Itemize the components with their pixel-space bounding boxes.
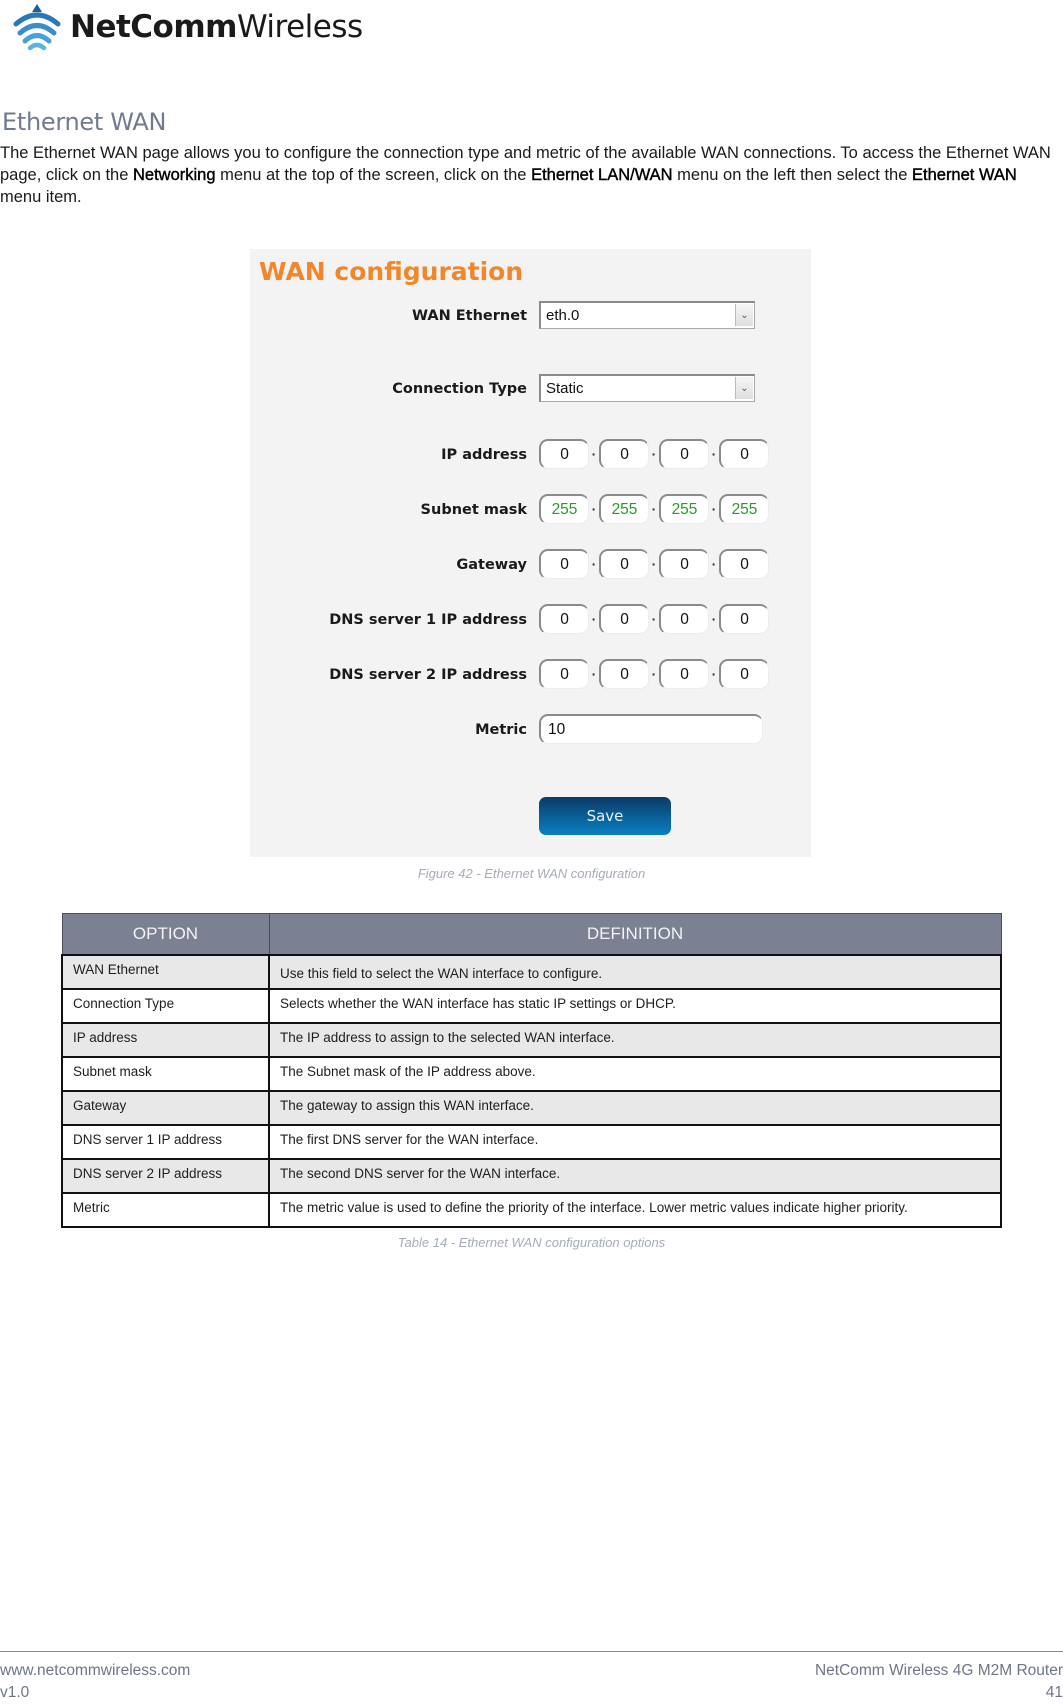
definition-cell: The metric value is used to define the p… xyxy=(268,1192,1002,1228)
dns-server-1-octet-4[interactable]: 0 xyxy=(719,604,769,634)
definition-cell: Use this field to select the WAN interfa… xyxy=(268,954,1002,990)
ip-address-octet-2[interactable]: 0 xyxy=(599,439,649,469)
connection-type-value: Static xyxy=(546,380,584,397)
subnet-mask-label: Subnet mask xyxy=(420,502,527,518)
subnet-mask-octet-3[interactable]: 255 xyxy=(659,494,709,524)
metric-row: Metric 10 xyxy=(250,713,811,747)
definition-cell: The second DNS server for the WAN interf… xyxy=(268,1158,1002,1194)
dns-server-2-octet-3[interactable]: 0 xyxy=(659,659,709,689)
figure-caption: Figure 42 - Ethernet WAN configuration xyxy=(417,866,646,881)
subnet-mask-octet-1[interactable]: 255 xyxy=(539,494,589,524)
ip-address-label: IP address xyxy=(441,447,527,463)
connection-type-row: Connection Type Static ⌄ xyxy=(250,372,811,406)
networking-menu-reference: Networking xyxy=(133,166,216,184)
definition-cell: The gateway to assign this WAN interface… xyxy=(268,1090,1002,1126)
subnet-mask-input: 255 · 255 · 255 · 255 xyxy=(539,494,769,524)
dns-server-2-octet-4[interactable]: 0 xyxy=(719,659,769,689)
page-number: 41 xyxy=(1045,1684,1063,1701)
subnet-mask-row: Subnet mask 255 · 255 · 255 · 255 xyxy=(250,493,811,527)
table-row: DNS server 2 IP address The second DNS s… xyxy=(61,1158,1002,1194)
table-row: WAN Ethernet Use this field to select th… xyxy=(61,954,1002,990)
wan-configuration-title: WAN configuration xyxy=(259,257,524,286)
gateway-octet-3[interactable]: 0 xyxy=(659,549,709,579)
option-cell: WAN Ethernet xyxy=(61,954,270,990)
wan-ethernet-label: WAN Ethernet xyxy=(412,308,527,324)
option-cell: Gateway xyxy=(61,1090,270,1126)
metric-input[interactable]: 10 xyxy=(539,714,763,744)
chevron-down-icon[interactable]: ⌄ xyxy=(735,377,753,399)
gateway-input: 0 · 0 · 0 · 0 xyxy=(539,549,769,579)
dns-server-1-row: DNS server 1 IP address 0 · 0 · 0 · 0 xyxy=(250,603,811,637)
table-row: Subnet mask The Subnet mask of the IP ad… xyxy=(61,1056,1002,1092)
definition-column-header: DEFINITION xyxy=(268,913,1002,956)
dns-server-1-input: 0 · 0 · 0 · 0 xyxy=(539,604,769,634)
footer-website: www.netcommwireless.com xyxy=(0,1662,191,1679)
definition-cell: Selects whether the WAN interface has st… xyxy=(268,988,1002,1024)
option-cell: DNS server 2 IP address xyxy=(61,1158,270,1194)
ip-address-octet-3[interactable]: 0 xyxy=(659,439,709,469)
gateway-octet-2[interactable]: 0 xyxy=(599,549,649,579)
netcomm-logo: NetCommWireless xyxy=(8,2,363,52)
definition-cell: The Subnet mask of the IP address above. xyxy=(268,1056,1002,1092)
table-header-row: OPTION DEFINITION xyxy=(61,913,1002,956)
dns-server-2-input: 0 · 0 · 0 · 0 xyxy=(539,659,769,689)
section-title: Ethernet WAN xyxy=(2,108,167,136)
ip-address-octet-1[interactable]: 0 xyxy=(539,439,589,469)
option-cell: DNS server 1 IP address xyxy=(61,1124,270,1160)
option-column-header: OPTION xyxy=(61,913,270,956)
dns-server-1-octet-1[interactable]: 0 xyxy=(539,604,589,634)
dns-server-2-row: DNS server 2 IP address 0 · 0 · 0 · 0 xyxy=(250,658,811,692)
gateway-octet-1[interactable]: 0 xyxy=(539,549,589,579)
wan-ethernet-select[interactable]: eth.0 ⌄ xyxy=(539,301,755,329)
wan-configuration-screenshot: WAN configuration WAN Ethernet eth.0 ⌄ C… xyxy=(250,249,811,857)
options-table: OPTION DEFINITION WAN Ethernet Use this … xyxy=(61,913,1002,1228)
dns-server-2-label: DNS server 2 IP address xyxy=(329,667,527,683)
ip-address-octet-4[interactable]: 0 xyxy=(719,439,769,469)
definition-cell: The IP address to assign to the selected… xyxy=(268,1022,1002,1058)
table-row: Connection Type Selects whether the WAN … xyxy=(61,988,1002,1024)
footer-divider xyxy=(0,1651,1063,1652)
footer-left: www.netcommwireless.com v1.0 xyxy=(0,1660,190,1704)
option-cell: IP address xyxy=(61,1022,270,1058)
ip-address-row: IP address 0 · 0 · 0 · 0 xyxy=(250,438,811,472)
intro-paragraph: The Ethernet WAN page allows you to conf… xyxy=(0,144,1051,206)
table-row: DNS server 1 IP address The first DNS se… xyxy=(61,1124,1002,1160)
dns-server-1-label: DNS server 1 IP address xyxy=(329,612,527,628)
gateway-octet-4[interactable]: 0 xyxy=(719,549,769,579)
definition-cell: The first DNS server for the WAN interfa… xyxy=(268,1124,1002,1160)
save-button[interactable]: Save xyxy=(539,797,671,835)
dns-server-1-octet-2[interactable]: 0 xyxy=(599,604,649,634)
wifi-signal-icon xyxy=(13,4,61,51)
logo-text: NetCommWireless xyxy=(70,9,363,45)
footer-right: NetComm Wireless 4G M2M Router 41 xyxy=(815,1660,1063,1704)
table-row: Metric The metric value is used to defin… xyxy=(61,1192,1002,1228)
chevron-down-icon[interactable]: ⌄ xyxy=(735,304,753,326)
option-cell: Subnet mask xyxy=(61,1056,270,1092)
ip-address-input: 0 · 0 · 0 · 0 xyxy=(539,439,769,469)
dns-server-1-octet-3[interactable]: 0 xyxy=(659,604,709,634)
connection-type-label: Connection Type xyxy=(392,381,527,397)
dns-server-2-octet-2[interactable]: 0 xyxy=(599,659,649,689)
option-cell: Metric xyxy=(61,1192,270,1228)
option-cell: Connection Type xyxy=(61,988,270,1024)
wan-ethernet-row: WAN Ethernet eth.0 ⌄ xyxy=(250,299,811,333)
wan-ethernet-value: eth.0 xyxy=(546,307,580,324)
subnet-mask-octet-2[interactable]: 255 xyxy=(599,494,649,524)
table-row: Gateway The gateway to assign this WAN i… xyxy=(61,1090,1002,1126)
table-row: IP address The IP address to assign to t… xyxy=(61,1022,1002,1058)
metric-label: Metric xyxy=(475,722,527,738)
connection-type-select[interactable]: Static ⌄ xyxy=(539,374,755,402)
ethernet-lan-wan-menu-reference: Ethernet LAN/WAN xyxy=(531,166,673,184)
footer-version: v1.0 xyxy=(0,1684,30,1701)
footer-product-name: NetComm Wireless 4G M2M Router xyxy=(814,1662,1063,1679)
subnet-mask-octet-4[interactable]: 255 xyxy=(719,494,769,524)
table-caption: Table 14 - Ethernet WAN configuration op… xyxy=(397,1235,666,1250)
ethernet-wan-menu-reference: Ethernet WAN xyxy=(912,166,1017,184)
gateway-row: Gateway 0 · 0 · 0 · 0 xyxy=(250,548,811,582)
gateway-label: Gateway xyxy=(456,557,527,573)
dns-server-2-octet-1[interactable]: 0 xyxy=(539,659,589,689)
